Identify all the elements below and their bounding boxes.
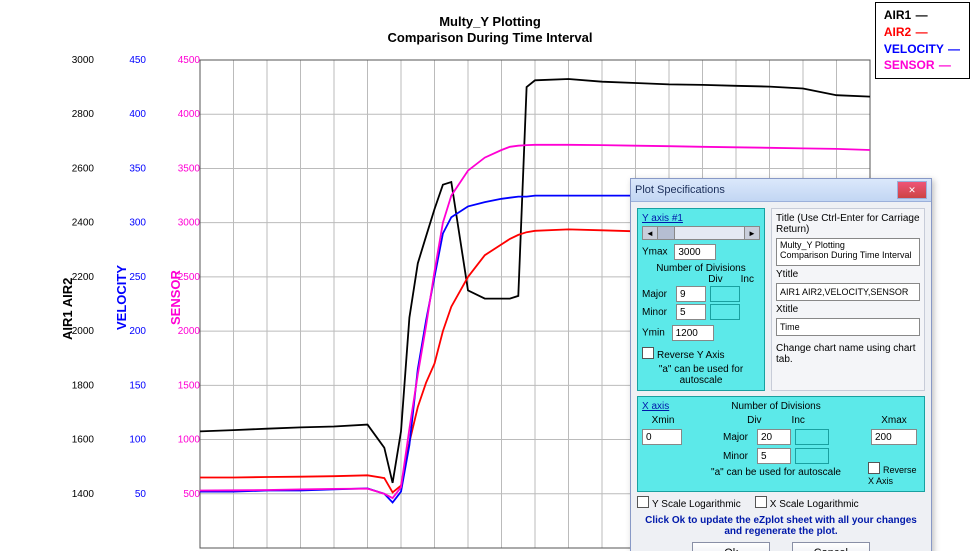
y-major-inc-input[interactable] — [710, 286, 740, 302]
ymin-label: Ymin — [642, 328, 665, 339]
plot-specifications-dialog: Plot Specifications ✕ Y axis #1 ◄► Ymax … — [630, 178, 932, 551]
ok-message: Click Ok to update the eZplot sheet with… — [637, 515, 925, 537]
x-axis-section-label: X axis — [642, 401, 684, 412]
svg-text:3500: 3500 — [178, 163, 201, 174]
major-label-x: Major — [723, 432, 753, 443]
legend: AIR1 —AIR2 —VELOCITY —SENSOR — — [875, 2, 970, 79]
y-major-div-input[interactable]: 9 — [676, 286, 706, 302]
y1-axis-label: AIR1 AIR2 — [60, 278, 75, 340]
svg-text:250: 250 — [129, 272, 146, 283]
num-div-header-x: Number of Divisions — [731, 401, 820, 412]
y2-axis-label: VELOCITY — [114, 265, 129, 330]
svg-text:1500: 1500 — [178, 380, 201, 391]
svg-text:50: 50 — [135, 489, 147, 500]
y-axis-scrollbar[interactable]: ◄► — [642, 226, 760, 240]
cancel-button[interactable]: Cancel — [792, 542, 870, 551]
svg-text:2200: 2200 — [72, 272, 95, 283]
svg-text:200: 200 — [129, 326, 146, 337]
svg-text:1000: 1000 — [178, 435, 201, 446]
title-hint: Title (Use Ctrl-Enter for Carriage Retur… — [776, 213, 920, 235]
ymin-input[interactable]: 1200 — [672, 325, 714, 341]
major-label-y: Major — [642, 289, 672, 300]
y-axis-section-label: Y axis #1 — [642, 213, 760, 224]
app-canvas: Multy_Y Plotting Comparison During Time … — [0, 0, 980, 551]
y-log-label: Y Scale Logarithmic — [652, 499, 741, 510]
svg-text:2000: 2000 — [178, 326, 201, 337]
x-major-div-input[interactable]: 20 — [757, 429, 791, 445]
y-minor-div-input[interactable]: 5 — [676, 304, 706, 320]
svg-text:3000: 3000 — [178, 218, 201, 229]
autoscale-x-note: "a" can be used for autoscale — [711, 467, 841, 478]
autoscale-y-note: "a" can be used for autoscale — [642, 364, 760, 386]
svg-text:2400: 2400 — [72, 218, 95, 229]
x-log-checkbox[interactable] — [755, 496, 767, 508]
xtitle-input[interactable]: Time — [776, 318, 920, 336]
x-minor-inc-input[interactable] — [795, 448, 829, 464]
div-col-x: Div — [747, 415, 761, 426]
svg-text:100: 100 — [129, 435, 146, 446]
chart-name-note: Change chart name using chart tab. — [776, 343, 920, 365]
svg-text:300: 300 — [129, 218, 146, 229]
svg-text:450: 450 — [129, 55, 146, 66]
reverse-x-checkbox[interactable] — [868, 462, 880, 474]
y-minor-inc-input[interactable] — [710, 304, 740, 320]
xmin-input[interactable]: 0 — [642, 429, 682, 445]
xmax-label: Xmax — [881, 415, 907, 426]
svg-text:4500: 4500 — [178, 55, 201, 66]
ytitle-input[interactable]: AIR1 AIR2,VELOCITY,SENSOR — [776, 283, 920, 301]
x-major-inc-input[interactable] — [795, 429, 829, 445]
legend-item: AIR1 — — [884, 7, 961, 24]
svg-text:350: 350 — [129, 163, 146, 174]
svg-text:4000: 4000 — [178, 109, 201, 120]
dialog-title: Plot Specifications — [635, 184, 725, 196]
svg-text:1600: 1600 — [72, 435, 95, 446]
dialog-titlebar[interactable]: Plot Specifications ✕ — [631, 179, 931, 202]
svg-text:1400: 1400 — [72, 489, 95, 500]
svg-text:500: 500 — [183, 489, 200, 500]
legend-item: SENSOR — — [884, 57, 961, 74]
ok-button[interactable]: Ok — [692, 542, 770, 551]
svg-text:1800: 1800 — [72, 380, 95, 391]
chart-title-input[interactable]: Multy_Y Plotting Comparison During Time … — [776, 238, 920, 266]
div-col-y: Div — [708, 274, 722, 285]
ymax-input[interactable]: 3000 — [674, 244, 716, 260]
inc-col-x: Inc — [792, 415, 805, 426]
legend-item: VELOCITY — — [884, 41, 961, 58]
svg-text:150: 150 — [129, 380, 146, 391]
svg-text:400: 400 — [129, 109, 146, 120]
xmax-input[interactable]: 200 — [871, 429, 917, 445]
minor-label-x: Minor — [723, 451, 753, 462]
x-minor-div-input[interactable]: 5 — [757, 448, 791, 464]
xtitle-label: Xtitle — [776, 304, 920, 315]
svg-text:3000: 3000 — [72, 55, 95, 66]
y-log-checkbox[interactable] — [637, 496, 649, 508]
svg-text:2000: 2000 — [72, 326, 95, 337]
ymax-label: Ymax — [642, 247, 668, 258]
svg-text:2800: 2800 — [72, 109, 95, 120]
close-icon[interactable]: ✕ — [897, 181, 927, 199]
svg-text:2600: 2600 — [72, 163, 95, 174]
xmin-label: Xmin — [642, 415, 684, 426]
ytitle-label: Ytitle — [776, 269, 920, 280]
inc-col-y: Inc — [741, 274, 754, 285]
legend-item: AIR2 — — [884, 24, 961, 41]
y3-axis-label: SENSOR — [168, 270, 183, 325]
x-log-label: X Scale Logarithmic — [770, 499, 859, 510]
reverse-y-label: Reverse Y Axis — [657, 350, 724, 361]
num-div-header-y: Number of Divisions — [642, 263, 760, 274]
minor-label-y: Minor — [642, 307, 672, 318]
reverse-y-checkbox[interactable] — [642, 347, 654, 359]
